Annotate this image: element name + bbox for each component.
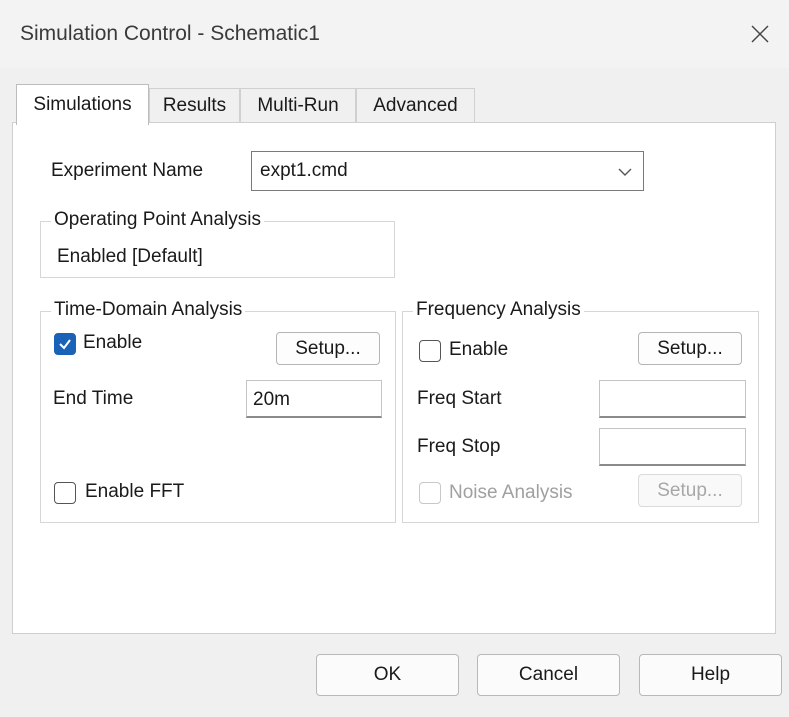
enable-fft-checkbox[interactable] (54, 482, 76, 504)
tab-multi-run[interactable]: Multi-Run (240, 88, 356, 122)
checkmark-icon (59, 339, 71, 350)
help-button-label: Help (690, 664, 731, 685)
freq-stop-label: Freq Stop (417, 436, 501, 457)
window-title: Simulation Control - Schematic1 (20, 22, 320, 45)
ok-button[interactable]: OK (316, 654, 459, 696)
help-button[interactable]: Help (639, 654, 782, 696)
time-domain-enable-checkbox[interactable] (54, 333, 76, 355)
ok-button-label: OK (373, 664, 402, 685)
operating-point-group: Operating Point Analysis Enabled [Defaul… (40, 209, 395, 278)
setup-button-label: Setup... (295, 337, 361, 359)
close-icon (751, 25, 769, 43)
operating-point-title: Operating Point Analysis (51, 209, 265, 231)
tab-label: Simulations (33, 94, 132, 115)
experiment-name-label: Experiment Name (51, 160, 204, 181)
time-domain-setup-button[interactable]: Setup... (276, 332, 380, 365)
tab-simulations[interactable]: Simulations (16, 84, 149, 125)
cancel-button-label: Cancel (518, 664, 579, 685)
time-domain-group: Time-Domain Analysis Enable Setup... End… (40, 299, 396, 523)
setup-button-label: Setup... (657, 479, 723, 501)
tab-label: Advanced (373, 94, 458, 116)
time-domain-enable-label: Enable (83, 332, 143, 353)
experiment-name-combobox[interactable]: expt1.cmd (251, 151, 644, 191)
tab-label: Multi-Run (257, 94, 339, 116)
tab-results[interactable]: Results (149, 88, 240, 122)
noise-analysis-checkbox[interactable] (419, 482, 441, 504)
close-button[interactable] (740, 14, 780, 54)
tab-label: Results (162, 94, 227, 116)
freq-start-input[interactable] (599, 380, 746, 418)
chevron-down-icon (618, 168, 632, 176)
enable-fft-label: Enable FFT (85, 481, 185, 502)
tab-advanced[interactable]: Advanced (356, 88, 475, 122)
operating-point-status: Enabled [Default] (57, 246, 203, 267)
frequency-title: Frequency Analysis (413, 299, 584, 321)
frequency-setup-button[interactable]: Setup... (638, 332, 742, 365)
time-domain-title: Time-Domain Analysis (51, 299, 246, 321)
title-bar: Simulation Control - Schematic1 (0, 0, 789, 68)
simulations-panel: Experiment Name expt1.cmd Operating Poin… (12, 122, 776, 634)
end-time-label: End Time (53, 388, 134, 409)
cancel-button[interactable]: Cancel (477, 654, 620, 696)
frequency-enable-label: Enable (449, 339, 509, 360)
end-time-value: 20m (253, 389, 290, 410)
freq-start-label: Freq Start (417, 388, 502, 409)
setup-button-label: Setup... (657, 337, 723, 359)
frequency-enable-checkbox[interactable] (419, 340, 441, 362)
noise-analysis-label: Noise Analysis (449, 482, 573, 503)
end-time-input[interactable]: 20m (246, 380, 382, 418)
frequency-group: Frequency Analysis Enable Setup... Freq … (402, 299, 759, 523)
noise-setup-button[interactable]: Setup... (638, 474, 742, 507)
experiment-name-value: expt1.cmd (260, 160, 348, 181)
freq-stop-input[interactable] (599, 428, 746, 466)
